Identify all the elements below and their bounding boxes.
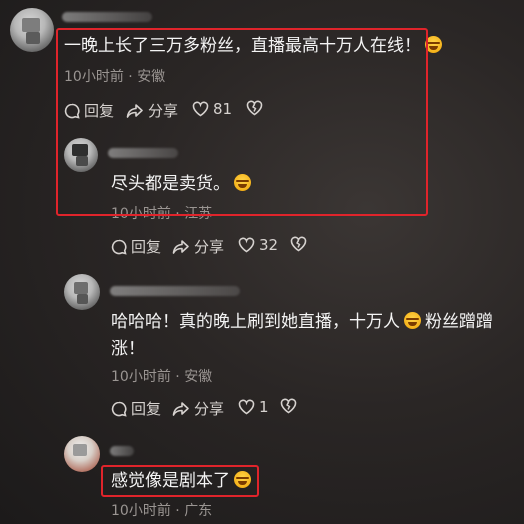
broken-heart-icon [280, 398, 297, 414]
comment-bubble-icon [111, 401, 127, 417]
dislike-button[interactable] [290, 236, 307, 252]
avatar[interactable] [64, 274, 100, 310]
username-blurred[interactable] [62, 12, 152, 22]
highlight-box [56, 28, 428, 216]
comment-meta: 10小时前 · 广东 [111, 503, 213, 519]
highlight-box [101, 465, 259, 497]
like-button[interactable]: 32 [238, 236, 278, 254]
reply-button[interactable]: 回复 [111, 236, 161, 257]
share-arrow-icon [172, 239, 189, 254]
like-count: 32 [259, 236, 279, 254]
share-button[interactable]: 分享 [172, 236, 224, 257]
avatar[interactable] [64, 436, 100, 472]
heart-icon [238, 399, 255, 415]
broken-heart-icon [290, 236, 307, 252]
share-arrow-icon [172, 401, 189, 416]
like-count: 1 [259, 398, 269, 416]
reply-button[interactable]: 回复 [111, 398, 161, 419]
share-button[interactable]: 分享 [172, 398, 224, 419]
comment-meta: 10小时前 · 安徽 [111, 369, 213, 385]
like-button[interactable]: 1 [238, 398, 269, 416]
comment-text: 哈哈哈！真的晚上刷到她直播，十万人 粉丝蹭蹭 [111, 312, 493, 332]
comment-text-line2: 涨！ [111, 339, 145, 359]
username-blurred[interactable] [110, 286, 240, 296]
heart-icon [238, 237, 255, 253]
laughing-emoji-icon [404, 312, 421, 329]
username-blurred[interactable] [110, 446, 134, 456]
avatar[interactable] [10, 8, 54, 52]
dislike-button[interactable] [280, 398, 297, 414]
comment-bubble-icon [111, 239, 127, 255]
